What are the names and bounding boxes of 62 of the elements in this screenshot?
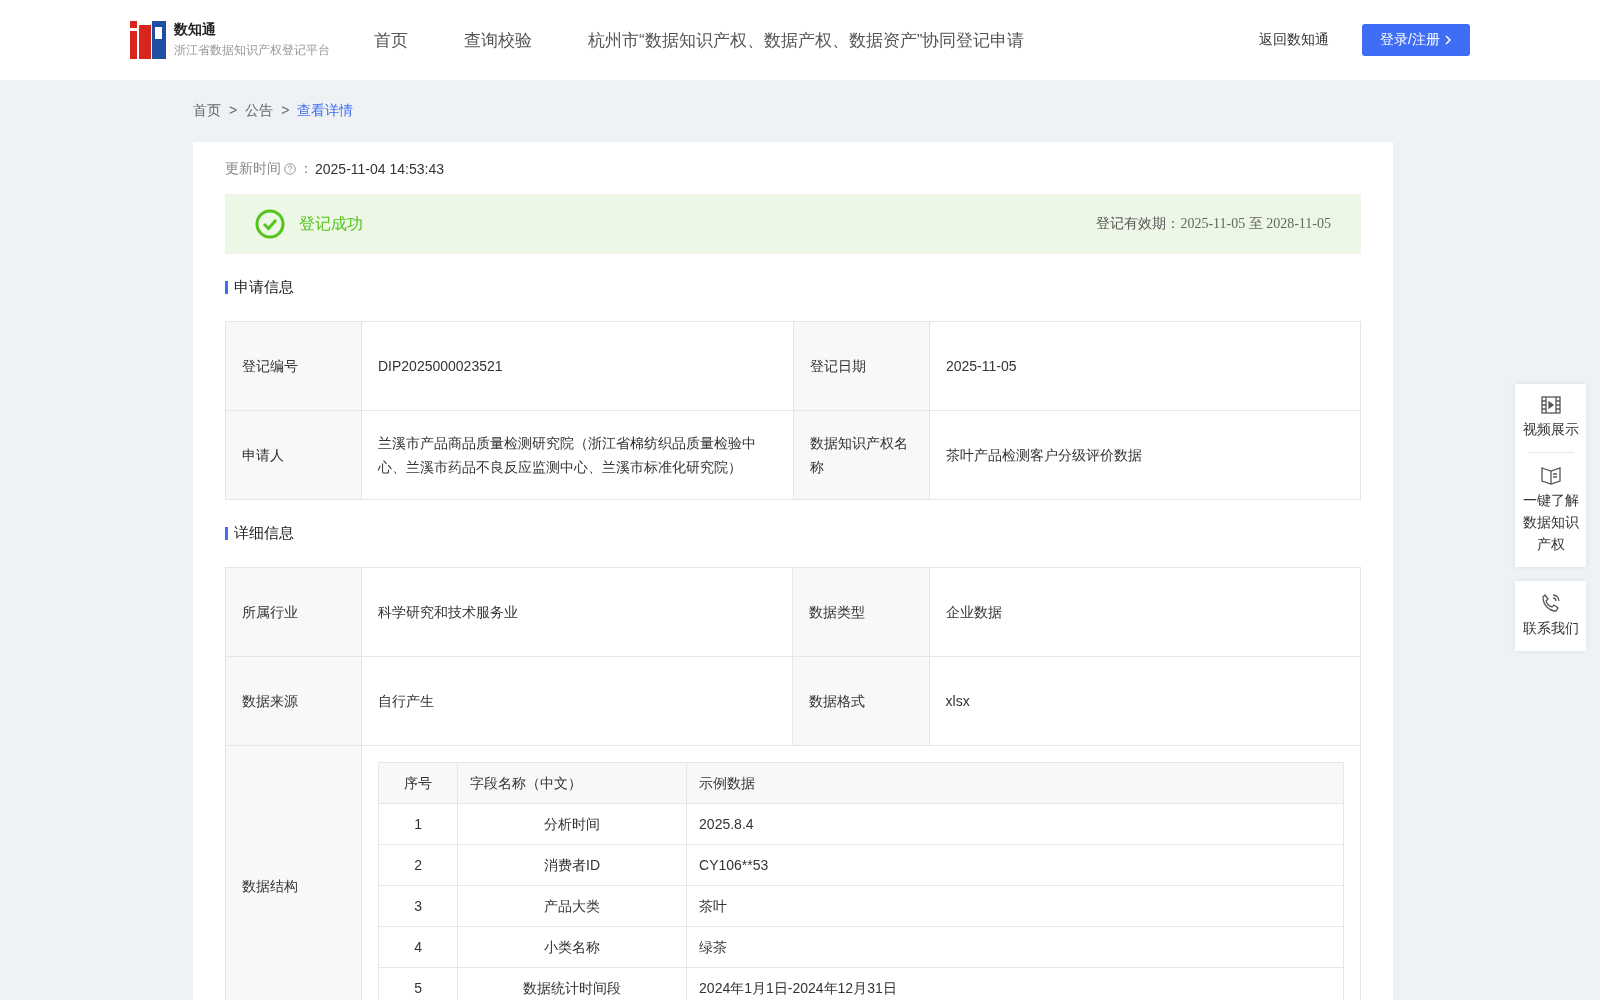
validity-dates: 2025-11-05 至 2028-11-05 [1180,216,1331,231]
phone-icon [1540,593,1561,613]
section-title: 详细信息 [234,524,294,543]
field-label: 登记日期 [793,321,930,411]
nav-link[interactable]: 首页 [374,28,408,52]
colon: ： [299,160,313,178]
side-link[interactable]: 一键了解数据知识产权 [1520,489,1581,555]
validity-label: 登记有效期： [1096,215,1181,231]
table-cell: 消费者ID [457,844,687,886]
field-label: 申请人 [225,410,362,500]
breadcrumb-link[interactable]: 首页 [193,102,221,122]
table-cell: 茶叶 [686,885,1344,927]
breadcrumb-link[interactable]: 查看详情 [297,102,354,122]
nav-link[interactable]: 杭州市“数据知识产权、数据产权、数据资产”协同登记申请 [588,28,1025,52]
field-label: 数据来源 [225,656,362,746]
field-value: 茶叶产品检测客户分级评价数据 [929,410,1361,500]
field-value: 2025-11-05 [929,321,1361,411]
table-cell: CY106**53 [686,844,1344,886]
table-cell: 2025.8.4 [686,803,1344,845]
table-cell: 绿茶 [686,926,1344,968]
field-value: 自行产生 [361,656,793,746]
table-cell: 1 [378,803,458,845]
update-time: 2025-11-04 14:53:43 [315,161,444,177]
nav-link[interactable]: 查询校验 [464,28,532,52]
logo-title: 数知通 [174,21,217,39]
field-value: xlsx [929,656,1361,746]
field-value: 企业数据 [929,567,1361,657]
table-cell: 4 [378,926,458,968]
chevron-icon [1443,35,1452,45]
check-circle-icon [255,209,285,239]
breadcrumb-separator: > [281,102,290,120]
update-label: 更新时间 [225,160,281,178]
help-icon [284,163,296,175]
breadcrumb-separator: > [229,102,238,120]
breadcrumb-link[interactable]: 公告 [245,102,274,122]
status-text: 登记成功 [299,213,363,234]
field-label: 数据知识产权名称 [793,410,930,500]
column-header: 序号 [378,762,458,804]
section-title: 申请信息 [234,278,294,297]
logo-subtitle: 浙江省数据知识产权登记平台 [174,42,330,59]
field-label: 数据格式 [792,656,929,746]
table-cell: 5 [378,967,458,1000]
column-header: 示例数据 [686,762,1344,804]
table-cell: 分析时间 [457,803,687,845]
table-cell: 产品大类 [457,885,687,927]
table-cell: 小类名称 [457,926,687,968]
field-label: 数据结构 [225,745,362,1000]
field-value: DIP2025000023521 [361,321,794,411]
film-icon [1540,396,1561,414]
field-label: 登记编号 [225,321,362,411]
field-label: 所属行业 [225,567,362,657]
field-value: 科学研究和技术服务业 [361,567,793,657]
logo-icon [130,21,166,59]
table-cell: 3 [378,885,458,927]
field-label: 数据类型 [792,567,929,657]
table-cell: 2 [378,844,458,886]
login-button[interactable]: 登录/注册 [1362,24,1470,56]
side-link[interactable]: 视频展示 [1522,418,1579,440]
book-icon [1540,465,1561,485]
field-value: 兰溪市产品商品质量检测研究院（浙江省棉纺织品质量检验中心、兰溪市药品不良反应监测中心、兰溪市标准化研究院） [361,410,794,500]
back-link[interactable]: 返回数知通 [1259,31,1329,49]
column-header: 字段名称（中文） [457,762,687,804]
